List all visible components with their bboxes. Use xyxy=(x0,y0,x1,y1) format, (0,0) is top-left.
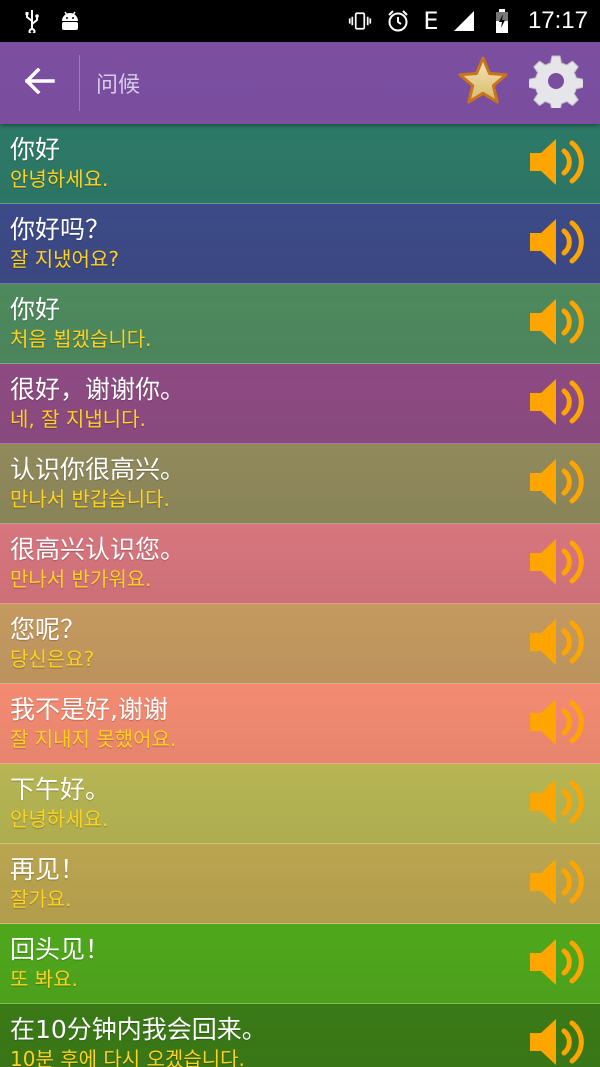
battery-icon xyxy=(490,9,514,33)
play-audio-button[interactable] xyxy=(522,364,594,443)
chinese-phrase: 很好，谢谢你。 xyxy=(10,374,186,404)
android-icon xyxy=(58,9,82,33)
play-audio-button[interactable] xyxy=(522,524,594,603)
korean-translation: 또 봐요. xyxy=(10,966,78,991)
phrase-text: 很高兴认识您。 만나서 반가워요. xyxy=(0,535,522,593)
korean-translation: 만나서 반갑습니다. xyxy=(10,486,170,511)
page-title: 问候 xyxy=(96,73,141,98)
phrase-row[interactable]: 很高兴认识您。 만나서 반가워요. xyxy=(0,524,600,604)
phrase-text: 认识你很高兴。 만나서 반갑습니다. xyxy=(0,455,522,513)
speaker-icon xyxy=(526,454,590,514)
play-audio-button[interactable] xyxy=(522,124,594,203)
settings-button[interactable] xyxy=(518,42,594,124)
chinese-phrase: 下午好。 xyxy=(10,774,111,804)
korean-translation: 10분 후에 다시 오겠습니다. xyxy=(10,1046,245,1067)
chinese-phrase: 很高兴认识您。 xyxy=(10,534,186,564)
phrase-row[interactable]: 你好吗？ 잘 지냈어요? xyxy=(0,204,600,284)
speaker-icon xyxy=(526,614,590,674)
play-audio-button[interactable] xyxy=(522,204,594,283)
status-time: 17:17 xyxy=(527,7,588,34)
status-left-icons xyxy=(20,9,82,33)
play-audio-button[interactable] xyxy=(522,844,594,923)
speaker-icon xyxy=(526,934,590,994)
korean-translation: 잘가요. xyxy=(10,886,72,911)
speaker-icon xyxy=(526,854,590,914)
phrase-row[interactable]: 我不是好,谢谢 잘 지내지 못했어요. xyxy=(0,684,600,764)
korean-translation: 안녕하세요. xyxy=(10,806,109,831)
speaker-icon xyxy=(526,1014,590,1067)
korean-translation: 당신은요? xyxy=(10,646,95,671)
play-audio-button[interactable] xyxy=(522,444,594,523)
phrase-text: 在10分钟内我会回来。 10분 후에 다시 오겠습니다. xyxy=(0,1015,522,1067)
app-bar: 问候 xyxy=(0,42,600,124)
phrase-text: 你好 처음 뵙겠습니다. xyxy=(0,295,522,353)
phrase-row[interactable]: 你好 처음 뵙겠습니다. xyxy=(0,284,600,364)
korean-translation: 잘 지내지 못했어요. xyxy=(10,726,177,751)
chinese-phrase: 你好 xyxy=(10,134,61,164)
phrase-text: 你好 안녕하세요. xyxy=(0,135,522,193)
chinese-phrase: 认识你很高兴。 xyxy=(10,454,186,484)
speaker-icon xyxy=(526,214,590,274)
phrase-text: 您呢？ 당신은요? xyxy=(0,615,522,673)
speaker-icon xyxy=(526,694,590,754)
back-button[interactable] xyxy=(0,55,80,111)
phrase-row[interactable]: 认识你很高兴。 만나서 반갑습니다. xyxy=(0,444,600,524)
play-audio-button[interactable] xyxy=(522,604,594,683)
chinese-phrase: 我不是好,谢谢 xyxy=(10,694,168,724)
play-audio-button[interactable] xyxy=(522,764,594,843)
phrase-row[interactable]: 您呢？ 당신은요? xyxy=(0,604,600,684)
favorite-button[interactable] xyxy=(448,42,518,124)
speaker-icon xyxy=(526,134,590,194)
phrase-text: 再见！ 잘가요. xyxy=(0,855,522,913)
korean-translation: 잘 지냈어요? xyxy=(10,246,119,271)
chinese-phrase: 您呢？ xyxy=(10,614,86,644)
chinese-phrase: 在10分钟内我会回来。 xyxy=(10,1014,267,1044)
alarm-icon xyxy=(386,9,410,33)
phrase-text: 你好吗？ 잘 지냈어요? xyxy=(0,215,522,273)
phrase-text: 回头见！ 또 봐요. xyxy=(0,935,522,993)
play-audio-button[interactable] xyxy=(522,684,594,763)
play-audio-button[interactable] xyxy=(522,924,594,1003)
phrase-list: 你好 안녕하세요. 你好吗？ 잘 지냈어요? 你好 처음 뵙겠습니다. 很好，谢谢你。 네, … xyxy=(0,124,600,1067)
phrase-text: 我不是好,谢谢 잘 지내지 못했어요. xyxy=(0,695,522,753)
network-type-label: E xyxy=(423,7,439,35)
chinese-phrase: 你好 xyxy=(10,294,61,324)
usb-icon xyxy=(20,9,44,33)
speaker-icon xyxy=(526,774,590,834)
gear-icon xyxy=(528,54,584,112)
phrase-text: 下午好。 안녕하세요. xyxy=(0,775,522,833)
phrase-row[interactable]: 在10分钟内我会回来。 10분 후에 다시 오겠습니다. xyxy=(0,1004,600,1067)
play-audio-button[interactable] xyxy=(522,284,594,363)
phrase-row[interactable]: 回头见！ 또 봐요. xyxy=(0,924,600,1004)
phrase-row[interactable]: 再见！ 잘가요. xyxy=(0,844,600,924)
speaker-icon xyxy=(526,294,590,354)
korean-translation: 안녕하세요. xyxy=(10,166,109,191)
chinese-phrase: 再见！ xyxy=(10,854,86,884)
speaker-icon xyxy=(526,374,590,434)
korean-translation: 처음 뵙겠습니다. xyxy=(10,326,152,351)
status-right-icons: E 17:17 xyxy=(348,7,588,35)
signal-icon xyxy=(452,9,476,33)
vibrate-icon xyxy=(348,9,372,33)
play-audio-button[interactable] xyxy=(522,1004,594,1067)
korean-translation: 만나서 반가워요. xyxy=(10,566,152,591)
korean-translation: 네, 잘 지냅니다. xyxy=(10,406,146,431)
phrase-row[interactable]: 你好 안녕하세요. xyxy=(0,124,600,204)
star-icon xyxy=(456,55,510,111)
status-bar: E 17:17 xyxy=(0,0,600,42)
speaker-icon xyxy=(526,534,590,594)
phrase-text: 很好，谢谢你。 네, 잘 지냅니다. xyxy=(0,375,522,433)
chinese-phrase: 回头见！ xyxy=(10,934,111,964)
phrase-row[interactable]: 下午好。 안녕하세요. xyxy=(0,764,600,844)
chinese-phrase: 你好吗？ xyxy=(10,214,111,244)
arrow-left-icon xyxy=(24,67,55,98)
phrase-row[interactable]: 很好，谢谢你。 네, 잘 지냅니다. xyxy=(0,364,600,444)
